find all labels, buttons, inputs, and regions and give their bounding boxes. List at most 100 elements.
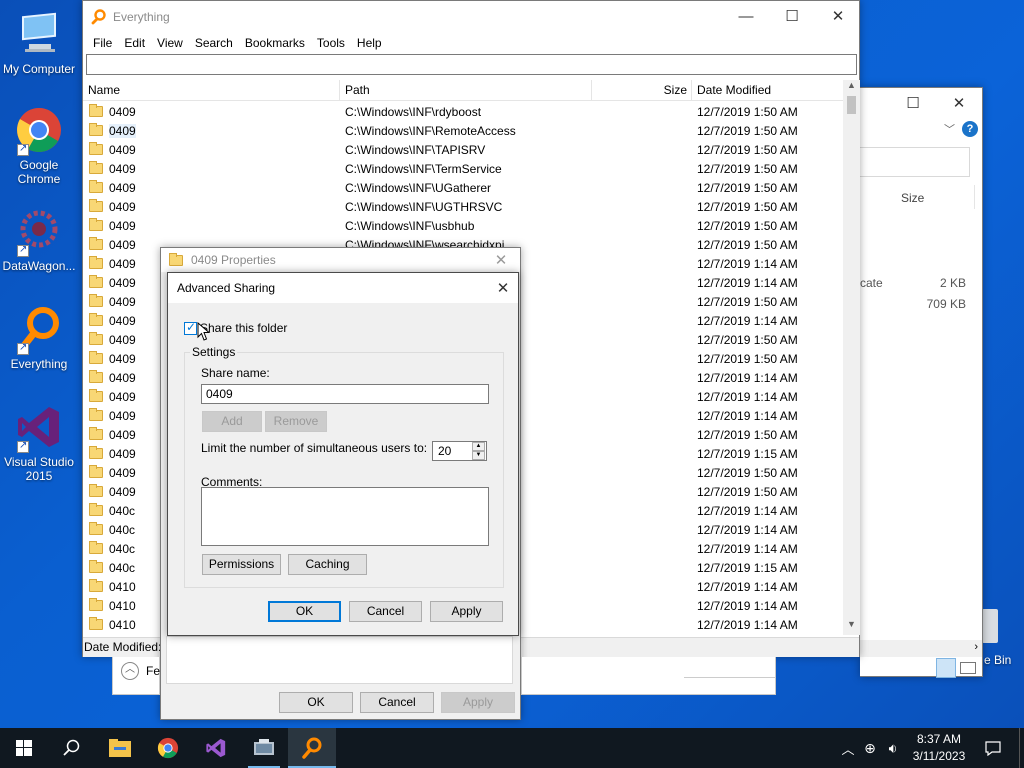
- recycle-bin[interactable]: e Bin: [978, 605, 1024, 675]
- show-desktop-button[interactable]: [1019, 728, 1024, 768]
- date-cell: 12/7/2019 1:14 AM: [697, 579, 798, 594]
- folder-icon: [89, 389, 103, 402]
- clock[interactable]: 8:37 AM 3/11/2023: [905, 731, 973, 765]
- desktop-icon-datawagon[interactable]: DataWagon...: [0, 207, 78, 273]
- explorer-row[interactable]: cate 2 KB: [860, 276, 970, 294]
- scroll-up-arrow[interactable]: ▲: [847, 80, 856, 90]
- menu-bar: File Edit View Search Bookmarks Tools He…: [83, 33, 859, 53]
- stepper-up-icon[interactable]: ▲: [472, 442, 485, 451]
- background-explorer-window[interactable]: ☐ ✕ ﹀ ? Size cate 2 KB 709 KB ›: [860, 87, 983, 678]
- path-column-header[interactable]: Path: [340, 80, 592, 101]
- result-row[interactable]: 0409 C:\Windows\INF\UGTHRSVC 12/7/2019 1:5…: [83, 197, 843, 216]
- permissions-button[interactable]: Permissions: [202, 554, 281, 575]
- scroll-right-arrow[interactable]: ›: [974, 641, 978, 653]
- result-row[interactable]: 0409 C:\Windows\INF\TAPISRV 12/7/2019 1:50…: [83, 140, 843, 159]
- close-button[interactable]: ✕: [483, 248, 519, 272]
- close-button[interactable]: ✕: [486, 273, 520, 303]
- file-name: 0409: [109, 370, 136, 385]
- stepper-down-icon[interactable]: ▼: [472, 451, 485, 460]
- result-row[interactable]: 0409 C:\Windows\INF\RemoteAccess 12/7/2019…: [83, 121, 843, 140]
- large-icons-view-icon[interactable]: [960, 662, 976, 674]
- everything-icon: [302, 737, 322, 759]
- file-name: 0409: [109, 313, 136, 328]
- start-button[interactable]: [0, 728, 48, 768]
- taskbar-visual-studio[interactable]: [192, 728, 240, 768]
- user-limit-stepper[interactable]: 20 ▲ ▼: [432, 441, 487, 461]
- desktop-icon-everything[interactable]: Everything: [0, 305, 78, 371]
- system-tray: ︿ ⊕ 🔉︎: [838, 728, 904, 768]
- minimize-button[interactable]: —: [723, 1, 769, 31]
- collapse-icon[interactable]: ︿: [121, 662, 139, 680]
- menu-tools[interactable]: Tools: [311, 36, 351, 50]
- explorer-search-box[interactable]: [860, 147, 970, 177]
- ok-button[interactable]: OK: [279, 692, 353, 713]
- name-cell: 0409: [83, 123, 340, 138]
- path-cell: C:\Windows\INF\UGatherer: [345, 180, 492, 195]
- folder-icon: [89, 275, 103, 288]
- apply-button[interactable]: Apply: [430, 601, 503, 622]
- folder-icon: [89, 427, 103, 440]
- taskbar-everything[interactable]: [288, 728, 336, 768]
- close-button[interactable]: ✕: [936, 88, 982, 118]
- result-row[interactable]: 0409 C:\Windows\INF\rdyboost 12/7/2019 1:5…: [83, 102, 843, 121]
- folder-icon: [89, 256, 103, 269]
- cancel-button[interactable]: Cancel: [349, 601, 422, 622]
- comments-textarea[interactable]: [201, 487, 489, 546]
- search-icon: [63, 739, 80, 756]
- network-icon[interactable]: ⊕: [858, 740, 882, 757]
- cancel-button[interactable]: Cancel: [360, 692, 434, 713]
- result-row[interactable]: 0409 C:\Windows\INF\UGatherer 12/7/2019 1:…: [83, 178, 843, 197]
- size-column-header[interactable]: Size: [901, 191, 924, 205]
- explorer-row[interactable]: 709 KB: [860, 297, 970, 315]
- maximize-button[interactable]: ☐: [769, 1, 815, 31]
- file-name: 0409: [109, 351, 136, 366]
- share-folder-checkbox[interactable]: ✓: [184, 320, 197, 335]
- visual-studio-icon: [15, 403, 63, 453]
- taskbar-chrome[interactable]: [144, 728, 192, 768]
- scrollbar-thumb[interactable]: [847, 96, 856, 114]
- caching-button[interactable]: Caching: [288, 554, 367, 575]
- name-cell: 0409: [83, 161, 340, 176]
- desktop-icon-my-computer[interactable]: My Computer: [0, 10, 78, 76]
- volume-icon[interactable]: 🔉︎: [882, 740, 904, 757]
- taskbar-search-button[interactable]: [48, 728, 96, 768]
- menu-file[interactable]: File: [87, 36, 118, 50]
- desktop-icon-google-chrome[interactable]: Google Chrome: [0, 106, 78, 186]
- vertical-scrollbar[interactable]: ▲ ▼: [843, 80, 860, 635]
- ok-button[interactable]: OK: [268, 601, 341, 622]
- notifications-button[interactable]: [978, 728, 1008, 768]
- close-button[interactable]: ✕: [815, 1, 861, 31]
- remove-button[interactable]: Remove: [265, 411, 327, 432]
- file-name: 040c: [109, 560, 136, 575]
- add-button[interactable]: Add: [202, 411, 262, 432]
- menu-view[interactable]: View: [151, 36, 189, 50]
- apply-button[interactable]: Apply: [441, 692, 515, 713]
- menu-search[interactable]: Search: [189, 36, 239, 50]
- advanced-sharing-dialog[interactable]: Advanced Sharing ✕ ✓ Share this folder S…: [167, 272, 519, 636]
- result-row[interactable]: 0409 C:\Windows\INF\usbhub 12/7/2019 1:50 …: [83, 216, 843, 235]
- result-row[interactable]: 0409 C:\Windows\INF\TermService 12/7/2019 …: [83, 159, 843, 178]
- desktop-icon-visual-studio[interactable]: Visual Studio 2015: [0, 403, 78, 483]
- size-column-header[interactable]: Size: [592, 80, 692, 101]
- path-cell: C:\Windows\INF\TermService: [345, 161, 502, 176]
- taskbar-network-tool[interactable]: [240, 728, 288, 768]
- everything-icon: [15, 305, 63, 355]
- type-fragment: cate: [860, 276, 883, 290]
- menu-edit[interactable]: Edit: [118, 36, 151, 50]
- menu-help[interactable]: Help: [351, 36, 388, 50]
- date-column-header[interactable]: Date Modified: [692, 80, 842, 101]
- background-window-fragment: [521, 657, 776, 695]
- chevron-down-icon[interactable]: ﹀: [944, 121, 955, 137]
- chevron-up-icon[interactable]: ︿: [838, 739, 858, 758]
- maximize-button[interactable]: ☐: [890, 88, 936, 118]
- scroll-down-arrow[interactable]: ▼: [847, 619, 856, 629]
- taskbar-file-explorer[interactable]: [96, 728, 144, 768]
- search-input[interactable]: [86, 54, 857, 75]
- menu-bookmarks[interactable]: Bookmarks: [239, 36, 311, 50]
- name-column-header[interactable]: Name: [83, 80, 340, 101]
- details-view-icon[interactable]: [936, 658, 956, 678]
- help-icon[interactable]: ?: [962, 121, 978, 137]
- share-name-input[interactable]: 0409: [201, 384, 489, 404]
- explorer-hscroll[interactable]: ›: [860, 640, 982, 657]
- background-window-fragment[interactable]: ︿ Fe: [112, 657, 160, 695]
